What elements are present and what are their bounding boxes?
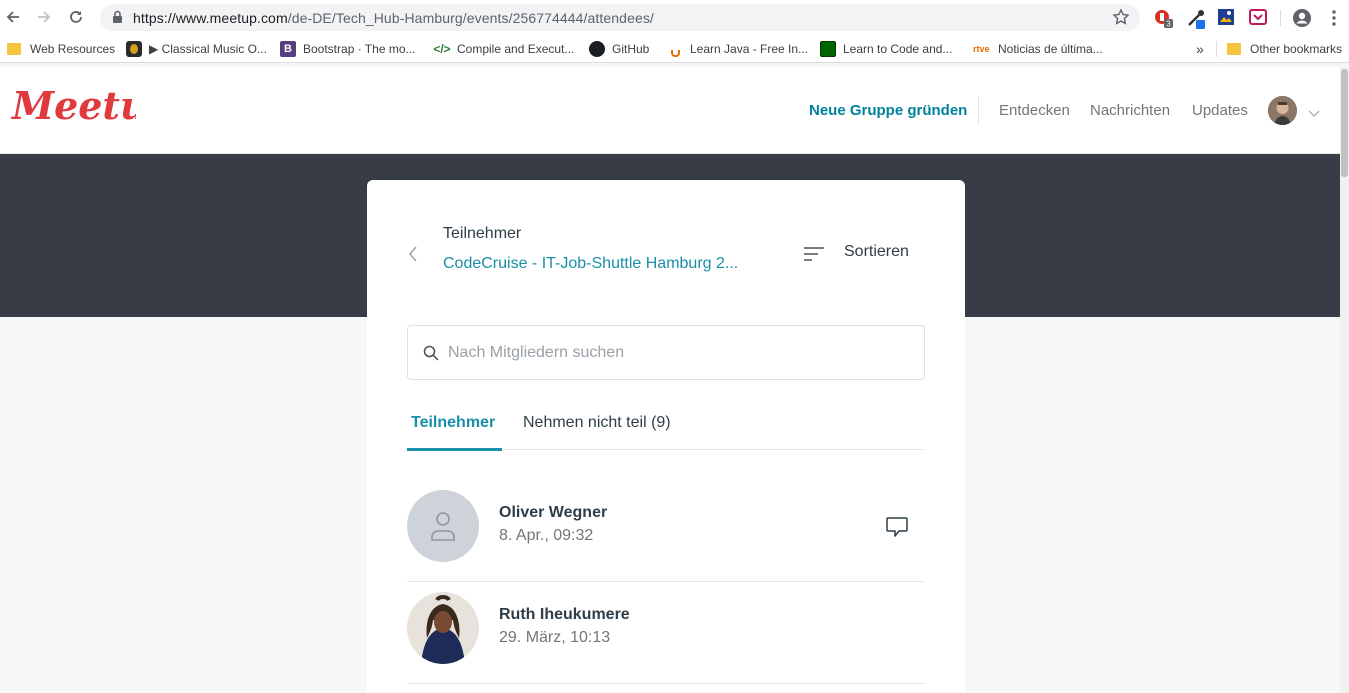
freecodecamp-icon [820,41,836,57]
bookmark-other[interactable]: Other bookmarks [1227,40,1342,58]
member-name[interactable]: Oliver Wegner [499,504,607,522]
message-bubble-icon[interactable] [885,515,909,544]
nav-divider [978,96,979,124]
messages-link[interactable]: Nachrichten [1090,102,1170,119]
folder-icon [7,41,23,57]
bookmarks-bar: Web Resources ▶ Classical Music O... B B… [0,35,1349,63]
profile-icon[interactable] [1292,8,1312,28]
adblock-extension-icon[interactable]: 3 [1153,8,1173,29]
list-item[interactable]: Oliver Wegner 8. Apr., 09:32 [407,480,925,582]
toolbar-divider [1280,10,1281,26]
menu-dots-icon[interactable] [1326,8,1346,28]
page-title: Teilnehmer [443,225,522,242]
member-search-box[interactable] [407,325,925,380]
bookmark-web-resources[interactable]: Web Resources [7,40,115,58]
sort-button[interactable]: Sortieren [844,243,909,261]
list-item[interactable]: Ruth Iheukumere 29. März, 10:13 [407,582,925,684]
tab-not-attending[interactable]: Nehmen nicht teil (9) [523,414,671,432]
reload-icon[interactable] [66,7,86,27]
bookmark-star-icon[interactable] [1112,8,1130,31]
browser-toolbar: https://www.meetup.com/de-DE/Tech_Hub-Ha… [0,0,1349,35]
active-tab-indicator [407,448,502,451]
tab-attending[interactable]: Teilnehmer [411,414,495,432]
bookmarks-divider [1216,41,1217,57]
bookmark-github[interactable]: GitHub [589,40,649,58]
meetup-logo[interactable]: Meetup [10,83,175,138]
bootstrap-icon: B [280,41,296,57]
member-name[interactable]: Ruth Iheukumere [499,606,630,624]
bookmark-freecodecamp[interactable]: Learn to Code and... [820,40,952,58]
avatar[interactable] [407,592,479,664]
member-rsvp-date: 29. März, 10:13 [499,629,611,646]
back-chevron-icon[interactable] [408,245,418,268]
picture-extension-icon[interactable] [1217,8,1237,28]
eyedropper-extension-icon[interactable] [1186,8,1206,29]
scrollbar-thumb[interactable] [1341,69,1348,177]
bookmark-bootstrap[interactable]: B Bootstrap · The mo... [280,40,416,58]
person-icon [431,512,455,541]
avatar-placeholder[interactable] [407,490,479,562]
search-icon [423,345,439,366]
start-group-link[interactable]: Neue Gruppe gründen [809,102,967,119]
updates-link[interactable]: Updates [1192,102,1248,119]
back-arrow-icon[interactable] [3,7,23,27]
lock-icon [112,10,123,29]
folder-icon [1227,41,1243,57]
bookmarks-overflow-button[interactable]: » [1196,40,1204,58]
bookmark-rtve[interactable]: rtve Noticias de última... [973,40,1103,58]
site-header: Meetup Neue Gruppe gründen Entdecken Nac… [0,67,1340,154]
svg-text:3: 3 [1166,20,1171,29]
member-photo [407,592,479,664]
bookmark-classical-music[interactable]: ▶ Classical Music O... [126,40,267,58]
attendees-card: Teilnehmer CodeCruise - IT-Job-Shuttle H… [367,180,965,693]
java-icon [667,41,683,57]
address-bar[interactable]: https://www.meetup.com/de-DE/Tech_Hub-Ha… [100,4,1140,31]
code-icon: </> [433,42,451,56]
url-text[interactable]: https://www.meetup.com/de-DE/Tech_Hub-Ha… [133,10,654,26]
user-avatar[interactable] [1268,96,1297,125]
member-rsvp-date: 8. Apr., 09:32 [499,527,594,544]
page-scrollbar[interactable] [1340,67,1349,693]
chevron-down-icon[interactable] [1308,105,1320,123]
explore-link[interactable]: Entdecken [999,102,1070,119]
forward-arrow-icon[interactable] [34,7,54,27]
pocket-extension-icon[interactable] [1249,8,1269,28]
event-title-link[interactable]: CodeCruise - IT-Job-Shuttle Hamburg 2... [443,255,738,273]
meetup-logo-image: Meetup [10,83,175,128]
rtve-icon: rtve [973,44,990,54]
member-search-input[interactable] [448,340,908,366]
svg-text:Meetup: Meetup [10,85,136,128]
bookmark-java[interactable]: Learn Java - Free In... [667,40,808,58]
attendance-tabs: Teilnehmer Nehmen nicht teil (9) [407,411,925,451]
github-icon [589,41,605,57]
classical-music-icon [126,41,142,57]
sort-icon[interactable] [803,246,825,267]
page-viewport: Meetup Neue Gruppe gründen Entdecken Nac… [0,67,1340,693]
bookmark-compile[interactable]: </> Compile and Execut... [433,40,574,58]
